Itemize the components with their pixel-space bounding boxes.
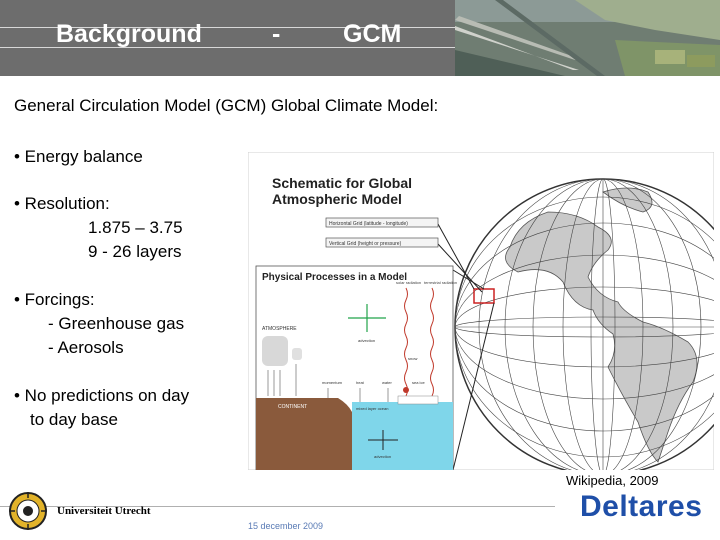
horizontal-grid-label: Horizontal Grid (latitude - longitude) — [329, 221, 408, 227]
schematic-title-line2: Atmospheric Model — [272, 191, 402, 207]
terrestrial-radiation-label: terrestrial radiation — [424, 280, 457, 285]
footer-date: 15 december 2009 — [248, 521, 324, 531]
university-name: Universiteit Utrecht — [57, 505, 151, 517]
slide-title-separator: - — [272, 20, 281, 48]
bullet-label: • Energy balance — [14, 147, 143, 166]
sea-ice-label: sea ice — [412, 380, 425, 385]
deltares-logo: Deltares — [580, 490, 703, 523]
bullet-continuation: to day base — [30, 410, 118, 429]
resolution-value: 1.875 – 3.75 — [88, 218, 183, 237]
mixed-layer-label: mixed layer ocean — [356, 406, 388, 411]
bullet-energy-balance: • Energy balance — [14, 145, 143, 169]
bullet-forcings: • Forcings: - Greenhouse gas - Aerosols — [14, 288, 184, 360]
solar-radiation-label: solar radiation — [396, 280, 421, 285]
ocean-advection-label: advection — [374, 454, 391, 459]
slide-title-left: Background — [56, 20, 202, 48]
inset-title: Physical Processes in a Model — [262, 272, 407, 283]
slide-title-right: GCM — [343, 20, 402, 48]
vertical-grid-label: Vertical Grid (height or pressure) — [329, 241, 402, 247]
figure-caption: Wikipedia, 2009 — [566, 473, 659, 488]
layers-value: 9 - 26 layers — [88, 242, 182, 261]
bullet-no-predictions: • No predictions on day to day base — [14, 384, 189, 432]
schematic-title-line1: Schematic for Global — [272, 175, 412, 191]
aerial-photo — [455, 0, 720, 76]
snow-label: snow — [408, 356, 417, 361]
solar-dot — [403, 387, 409, 393]
title-bar: Background - GCM — [0, 0, 720, 76]
heat-label: heat — [356, 380, 365, 385]
sea-ice-shape — [397, 395, 439, 405]
gcm-schematic-figure: Schematic for Global Atmospheric Model H… — [248, 152, 714, 470]
water-label: water — [382, 380, 392, 385]
cloud-icon — [292, 348, 302, 360]
cloud-icon — [262, 336, 288, 366]
intro-text: General Circulation Model (GCM) Global C… — [14, 96, 439, 115]
forcing-greenhouse: - Greenhouse gas — [48, 314, 185, 333]
bullet-label: • Forcings: — [14, 290, 95, 309]
atmosphere-label: ATMOSPHERE — [262, 326, 297, 332]
physical-processes-inset: Physical Processes in a Model solar radi… — [255, 265, 457, 470]
bullet-label: • Resolution: — [14, 194, 110, 213]
momentum-label: momentum — [322, 380, 343, 385]
bullet-resolution: • Resolution: 1.875 – 3.75 9 - 26 layers — [14, 192, 183, 264]
forcing-aerosols: - Aerosols — [48, 338, 124, 357]
bullet-label: • No predictions on day — [14, 386, 190, 405]
universiteit-utrecht-seal — [9, 492, 47, 530]
advection-label: advection — [358, 338, 375, 343]
ocean-shape — [352, 402, 453, 470]
continent-label: CONTINENT — [278, 404, 307, 410]
